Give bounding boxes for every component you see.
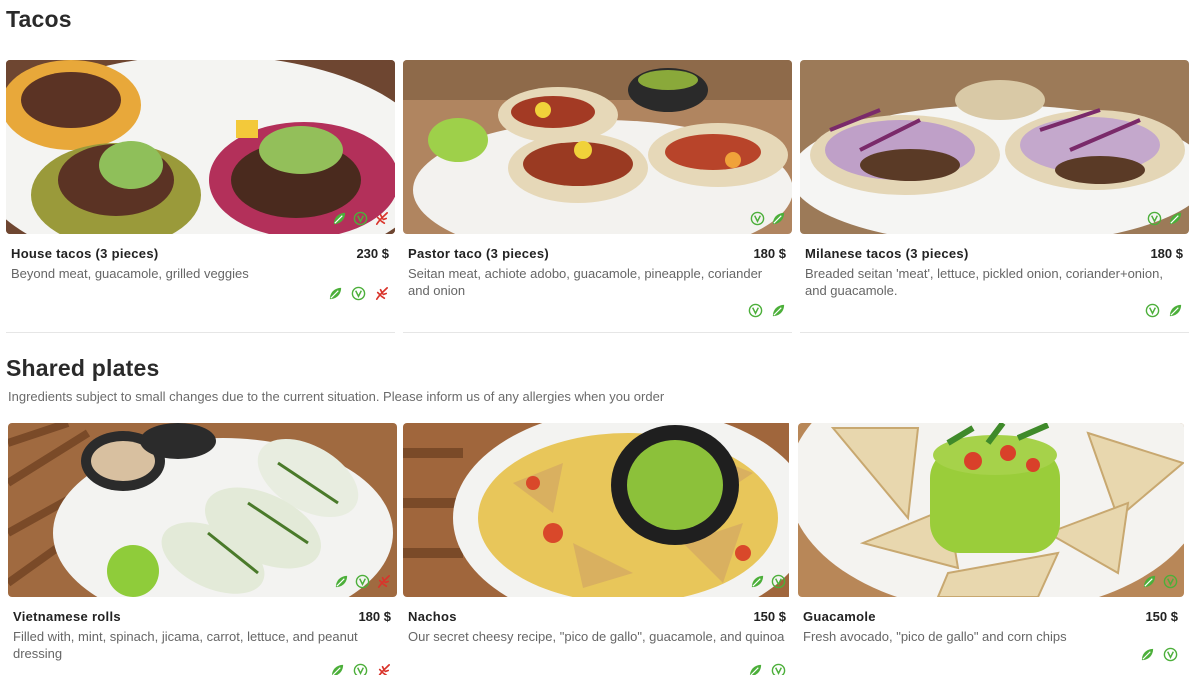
item-name: Nachos xyxy=(408,609,457,624)
item-name: Pastor taco (3 pieces) xyxy=(408,246,549,261)
diet-icons xyxy=(1140,647,1178,662)
item-description: Our secret cheesy recipe, "pico de gallo… xyxy=(408,629,785,644)
leaf-icon xyxy=(329,287,342,300)
leaf-icon xyxy=(772,304,785,317)
photo-diet-icons xyxy=(334,574,391,589)
dish-photo xyxy=(403,60,792,234)
vegan-icon xyxy=(1163,647,1178,662)
leaf-icon xyxy=(331,664,344,675)
item-description: Beyond meat, guacamole, grilled veggies xyxy=(11,266,249,281)
photo-diet-icons xyxy=(750,211,786,226)
dish-photo xyxy=(800,60,1189,234)
vegan-icon xyxy=(748,303,763,318)
photo-diet-icons xyxy=(1147,211,1183,226)
leaf-icon xyxy=(1143,575,1156,588)
vegan-icon xyxy=(1147,211,1162,226)
item-description: Filled with, mint, spinach, jicama, carr… xyxy=(13,629,358,661)
item-name: House tacos (3 pieces) xyxy=(11,246,159,261)
photo-diet-icons xyxy=(1142,574,1178,589)
diet-icons xyxy=(748,303,786,318)
spicy-icon xyxy=(377,575,390,588)
leaf-icon xyxy=(1169,304,1182,317)
vegan-icon xyxy=(351,286,366,301)
photo-diet-icons xyxy=(750,574,786,589)
menu-item-nachos[interactable]: Nachos 150 $ Our secret cheesy recipe, "… xyxy=(403,423,792,675)
diet-icons xyxy=(330,663,391,675)
item-description: Breaded seitan 'meat', lettuce, pickled … xyxy=(805,266,1163,298)
diet-icons xyxy=(748,663,786,675)
leaf-icon xyxy=(1141,648,1154,661)
leaf-icon xyxy=(333,212,346,225)
photo-diet-icons xyxy=(332,211,389,226)
item-price: 230 $ xyxy=(356,246,389,261)
dish-photo xyxy=(6,60,395,234)
card-divider xyxy=(6,332,395,333)
section-title-shared-plates: Shared plates xyxy=(6,355,160,381)
item-price: 180 $ xyxy=(753,246,786,261)
vegan-icon xyxy=(771,574,786,589)
item-price: 180 $ xyxy=(358,609,391,624)
item-price: 150 $ xyxy=(1145,609,1178,624)
item-name: Guacamole xyxy=(803,609,876,624)
diet-icons xyxy=(328,286,389,301)
vegan-icon xyxy=(771,663,786,675)
leaf-icon xyxy=(1169,212,1182,225)
leaf-icon xyxy=(749,664,762,675)
vegan-icon xyxy=(353,663,368,675)
dish-photo xyxy=(8,423,397,597)
spicy-icon xyxy=(378,664,390,675)
section-note: Ingredients subject to small changes due… xyxy=(8,389,665,404)
vegan-icon xyxy=(1145,303,1160,318)
item-price: 150 $ xyxy=(753,609,786,624)
menu-item-guacamole[interactable]: Guacamole 150 $ Fresh avocado, "pico de … xyxy=(798,423,1184,675)
section-title-tacos: Tacos xyxy=(6,6,72,32)
item-name: Milanese tacos (3 pieces) xyxy=(805,246,969,261)
spicy-icon xyxy=(375,212,388,225)
menu-item-pastor-taco[interactable]: Pastor taco (3 pieces) 180 $ Seitan meat… xyxy=(403,60,792,333)
item-name: Vietnamese rolls xyxy=(13,609,121,624)
leaf-icon xyxy=(751,575,764,588)
item-description: Seitan meat, achiote adobo, guacamole, p… xyxy=(408,266,763,298)
vegan-icon xyxy=(750,211,765,226)
item-price: 180 $ xyxy=(1150,246,1183,261)
leaf-icon xyxy=(772,212,785,225)
diet-icons xyxy=(1145,303,1183,318)
vegan-icon xyxy=(353,211,368,226)
dish-photo xyxy=(403,423,792,597)
vegan-icon xyxy=(1163,574,1178,589)
leaf-icon xyxy=(335,575,348,588)
dish-photo xyxy=(798,423,1184,597)
vegan-icon xyxy=(355,574,370,589)
card-divider xyxy=(403,332,792,333)
item-description: Fresh avocado, "pico de gallo" and corn … xyxy=(803,629,1067,644)
menu-item-milanese-tacos[interactable]: Milanese tacos (3 pieces) 180 $ Breaded … xyxy=(800,60,1189,333)
card-divider xyxy=(800,332,1189,333)
menu-item-vietnamese-rolls[interactable]: Vietnamese rolls 180 $ Filled with, mint… xyxy=(8,423,397,675)
menu-item-house-tacos[interactable]: House tacos (3 pieces) 230 $ Beyond meat… xyxy=(6,60,395,333)
spicy-icon xyxy=(375,287,388,300)
